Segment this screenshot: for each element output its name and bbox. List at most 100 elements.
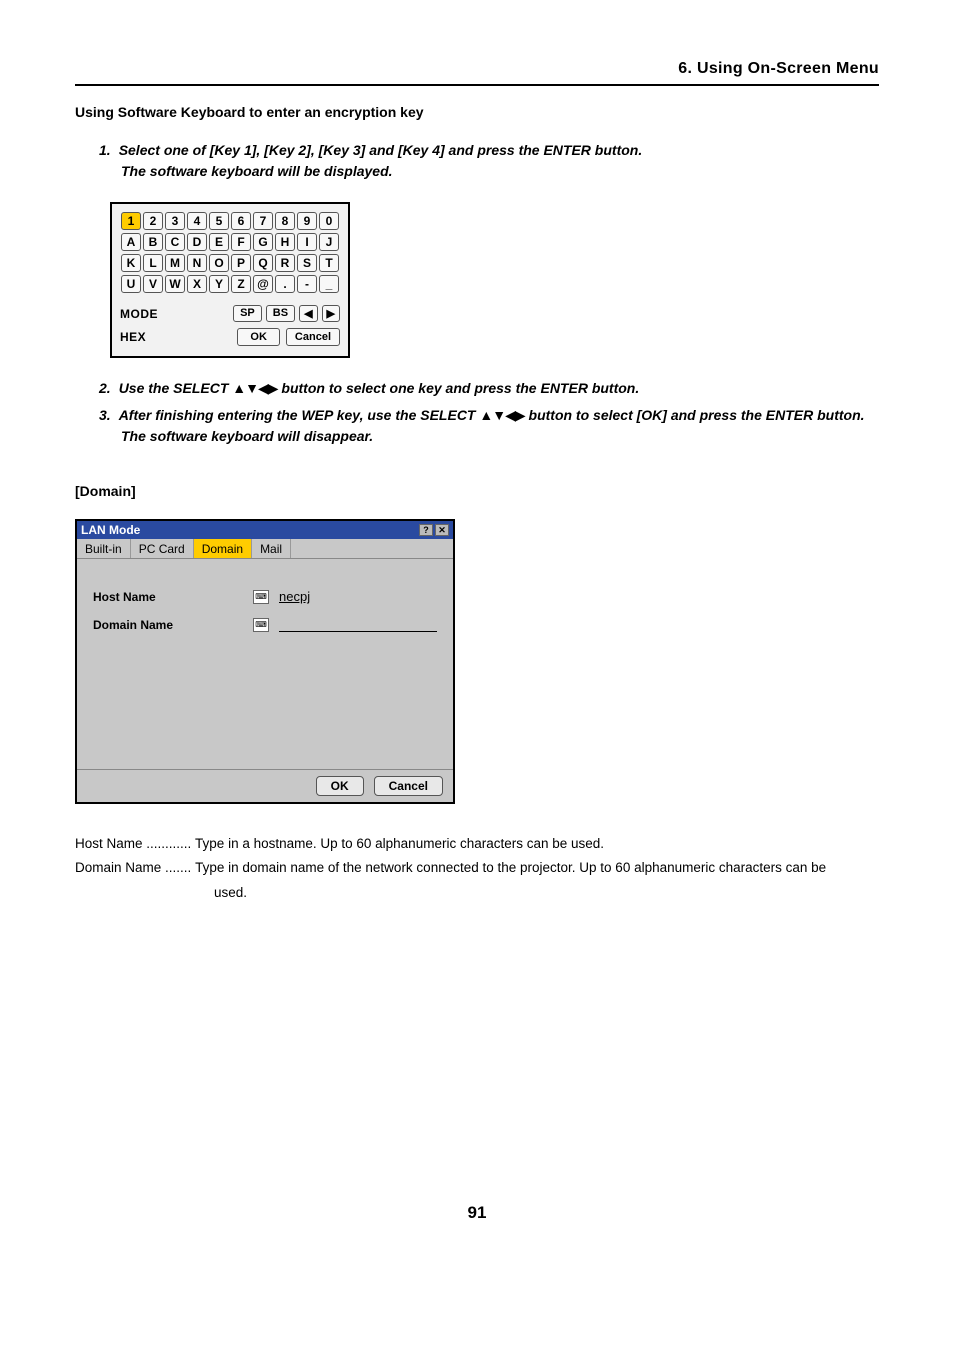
tab-domain[interactable]: Domain [194,539,252,558]
keyboard-controls: MODE SP BS ◀ ▶ HEX OK Cancel [118,305,342,346]
key-M[interactable]: M [165,254,185,272]
key-underscore[interactable]: _ [319,275,339,293]
key-Z[interactable]: Z [231,275,251,293]
key-C[interactable]: C [165,233,185,251]
host-name-label: Host Name [93,590,243,604]
key-Q[interactable]: Q [253,254,273,272]
key-H[interactable]: H [275,233,295,251]
keyboard-icon[interactable]: ⌨ [253,590,269,604]
window-title: LAN Mode [81,523,140,537]
help-icon[interactable]: ? [419,524,433,536]
close-icon[interactable]: ✕ [435,524,449,536]
step-1: 1. Select one of [Key 1], [Key 2], [Key 3… [99,140,879,182]
key-8[interactable]: 8 [275,212,295,230]
key-G[interactable]: G [253,233,273,251]
domain-name-row: Domain Name ⌨ [93,618,437,632]
key-7[interactable]: 7 [253,212,273,230]
key-1[interactable]: 1 [121,212,141,230]
key-3[interactable]: 3 [165,212,185,230]
key-E[interactable]: E [209,233,229,251]
step-3: 3. After finishing entering the WEP key, … [99,405,879,447]
header-divider [75,84,879,86]
def-term: Domain Name ....... [75,858,191,878]
key-dash[interactable]: - [297,275,317,293]
keyboard-icon[interactable]: ⌨ [253,618,269,632]
step-list-2: 2.Use the SELECT ▲▼◀▶ button to select o… [75,378,879,447]
def-desc: Type in domain name of the network conne… [195,858,879,878]
cancel-button[interactable]: Cancel [286,328,340,346]
host-name-definition: Host Name ............ Type in a hostnam… [75,834,879,854]
subheading: Using Software Keyboard to enter an encr… [75,104,879,120]
key-S[interactable]: S [297,254,317,272]
step-number: 1. [99,142,111,158]
step-subtext: The software keyboard will be displayed. [121,161,879,182]
def-desc: Type in a hostname. Up to 60 alphanumeri… [195,834,879,854]
key-N[interactable]: N [187,254,207,272]
step-text-post: button to select one key and press the E… [278,380,640,396]
hex-label: HEX [120,330,146,344]
sp-button[interactable]: SP [233,305,262,322]
key-V[interactable]: V [143,275,163,293]
key-2[interactable]: 2 [143,212,163,230]
step-text-post: button to select [OK] and press the ENTE… [525,407,865,423]
tab-bar: Built-in PC Card Domain Mail [77,539,453,559]
window-footer: OK Cancel [77,769,453,802]
step-text: Select one of [Key 1], [Key 2], [Key 3] … [119,142,643,158]
keyboard-row-3: K L M N O P Q R S T [118,254,342,272]
key-P[interactable]: P [231,254,251,272]
step-text-pre: After finishing entering the WEP key, us… [119,407,480,423]
keyboard-row-4: U V W X Y Z @ . - _ [118,275,342,293]
key-dot[interactable]: . [275,275,295,293]
key-F[interactable]: F [231,233,251,251]
key-9[interactable]: 9 [297,212,317,230]
step-list: 1. Select one of [Key 1], [Key 2], [Key 3… [75,140,879,182]
software-keyboard: 1 2 3 4 5 6 7 8 9 0 A B C D E F G H I J … [110,202,350,358]
key-6[interactable]: 6 [231,212,251,230]
tab-builtin[interactable]: Built-in [77,539,131,558]
step-number: 3. [99,407,111,423]
definition-list: Host Name ............ Type in a hostnam… [75,834,879,903]
key-T[interactable]: T [319,254,339,272]
key-A[interactable]: A [121,233,141,251]
key-O[interactable]: O [209,254,229,272]
key-D[interactable]: D [187,233,207,251]
cancel-button[interactable]: Cancel [374,776,443,796]
keyboard-row-1: 1 2 3 4 5 6 7 8 9 0 [118,212,342,230]
right-arrow-button[interactable]: ▶ [322,305,340,322]
key-5[interactable]: 5 [209,212,229,230]
bs-button[interactable]: BS [266,305,295,322]
tab-pccard[interactable]: PC Card [131,539,194,558]
key-K[interactable]: K [121,254,141,272]
key-I[interactable]: I [297,233,317,251]
step-number: 2. [99,380,111,396]
key-at[interactable]: @ [253,275,273,293]
key-J[interactable]: J [319,233,339,251]
key-4[interactable]: 4 [187,212,207,230]
key-L[interactable]: L [143,254,163,272]
step-2: 2.Use the SELECT ▲▼◀▶ button to select o… [99,378,879,399]
domain-name-input[interactable] [279,618,437,632]
host-name-input[interactable]: necpj [279,589,437,604]
def-term: Host Name ............ [75,834,191,854]
lan-mode-window: LAN Mode ? ✕ Built-in PC Card Domain Mai… [75,519,455,804]
domain-name-label: Domain Name [93,618,243,632]
window-titlebar: LAN Mode ? ✕ [77,521,453,539]
key-U[interactable]: U [121,275,141,293]
ok-button[interactable]: OK [237,328,280,346]
host-name-row: Host Name ⌨ necpj [93,589,437,604]
key-Y[interactable]: Y [209,275,229,293]
left-arrow-button[interactable]: ◀ [299,305,317,322]
domain-name-definition: Domain Name ....... Type in domain name … [75,858,879,878]
tab-mail[interactable]: Mail [252,539,291,558]
ok-button[interactable]: OK [316,776,364,796]
mode-label: MODE [120,307,158,321]
domain-heading: [Domain] [75,483,879,499]
key-B[interactable]: B [143,233,163,251]
key-X[interactable]: X [187,275,207,293]
arrow-icons: ▲▼◀▶ [232,380,277,396]
key-W[interactable]: W [165,275,185,293]
key-0[interactable]: 0 [319,212,339,230]
window-body: Host Name ⌨ necpj Domain Name ⌨ [77,559,453,769]
def-desc-cont: used. [214,883,879,903]
key-R[interactable]: R [275,254,295,272]
